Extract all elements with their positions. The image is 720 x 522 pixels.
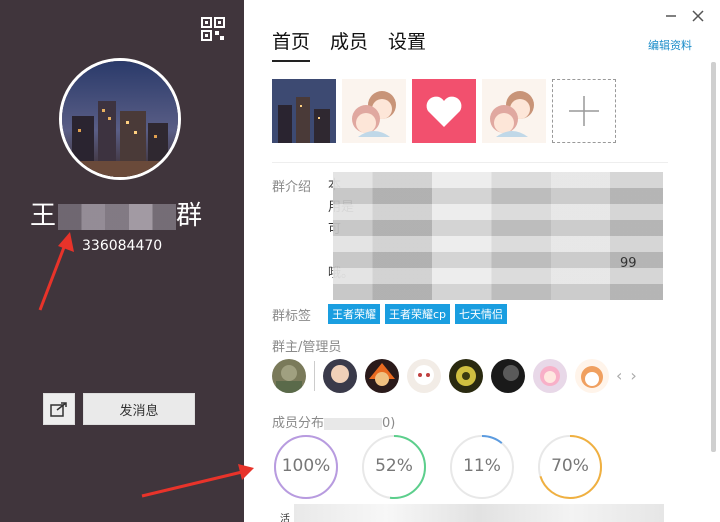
send-message-button[interactable]: 发消息 — [83, 393, 195, 425]
group-name: 王群 — [30, 195, 204, 232]
group-photo-album — [272, 79, 616, 143]
intro-end-text: 99 — [620, 256, 637, 271]
group-profile-panel: 王群 336084470 发消息 — [0, 0, 244, 522]
group-name-end: 群 — [176, 201, 205, 231]
album-photo[interactable] — [342, 79, 406, 143]
annotation-arrow — [141, 464, 254, 498]
name-redaction — [58, 203, 177, 230]
annotation-arrow — [38, 232, 74, 311]
share-button[interactable] — [43, 393, 75, 425]
intro-label: 群介绍 — [272, 180, 312, 195]
tab-settings[interactable]: 设置 — [388, 27, 426, 62]
close-icon[interactable] — [691, 8, 705, 22]
qr-code-icon[interactable] — [200, 16, 226, 42]
group-avatar[interactable] — [59, 58, 181, 180]
group-name-start: 王 — [30, 201, 59, 231]
edit-profile-link[interactable]: 编辑资料 — [648, 37, 692, 53]
tab-home[interactable]: 首页 — [272, 27, 311, 62]
divider — [272, 162, 668, 163]
add-photo-button[interactable] — [552, 79, 616, 143]
album-photo[interactable] — [272, 79, 336, 143]
group-number: 336084470 — [82, 238, 163, 254]
share-icon — [50, 402, 67, 417]
tab-bar: 首页 成员 设置 — [272, 27, 426, 62]
plus-icon — [569, 96, 599, 126]
album-photo[interactable] — [482, 79, 546, 143]
minimize-icon[interactable] — [664, 8, 678, 22]
intro-redaction — [333, 172, 663, 300]
tab-members[interactable]: 成员 — [330, 27, 368, 62]
album-photo[interactable] — [412, 79, 476, 143]
scrollbar[interactable] — [711, 62, 716, 452]
